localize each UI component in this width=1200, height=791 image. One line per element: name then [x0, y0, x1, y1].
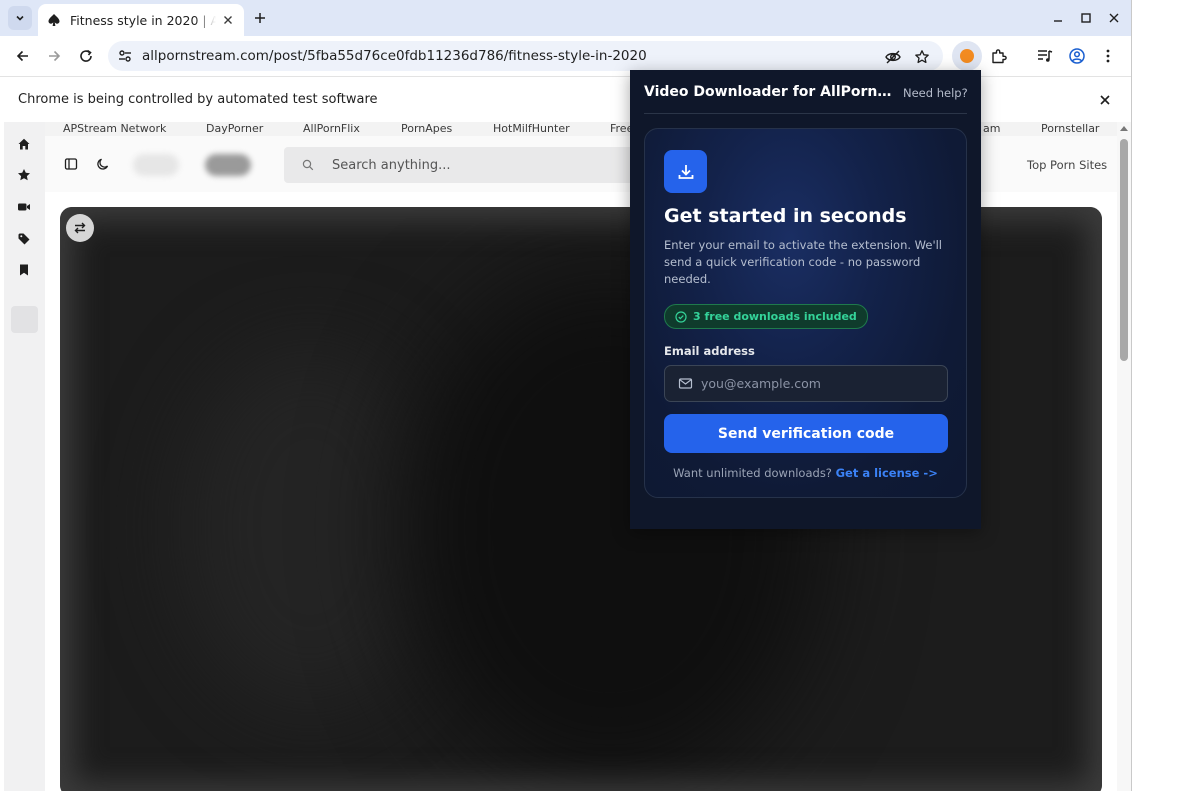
extensions-puzzle-icon[interactable] [988, 45, 1010, 67]
moon-icon[interactable] [95, 156, 111, 172]
url-text: allpornstream.com/post/5fba55d76ce0fdb11… [142, 48, 647, 64]
back-button[interactable] [11, 44, 35, 68]
free-downloads-badge: 3 free downloads included [664, 304, 868, 329]
swap-video-button[interactable] [66, 214, 94, 242]
tab-close-icon[interactable] [220, 12, 236, 28]
footnote-text: Want unlimited downloads? [673, 466, 832, 480]
minimize-button[interactable] [1048, 8, 1068, 28]
search-placeholder: Search anything... [332, 157, 451, 173]
network-link[interactable]: Pornstellar [1041, 122, 1099, 135]
mail-icon [677, 376, 693, 392]
profile-avatar-icon[interactable] [1066, 45, 1088, 67]
card-description: Enter your email to activate the extensi… [664, 238, 942, 286]
swap-arrows-icon [74, 222, 86, 234]
tab-strip: Fitness style in 2020 | AllPornStream [0, 0, 1131, 36]
card-heading: Get started in seconds [664, 205, 907, 227]
reload-icon [80, 49, 92, 62]
address-bar[interactable]: allpornstream.com/post/5fba55d76ce0fdb11… [108, 41, 943, 71]
minimize-icon [1054, 20, 1062, 22]
rail-placeholder-box[interactable] [11, 306, 38, 333]
extension-popup: Video Downloader for AllPornStream Need … [630, 70, 981, 529]
spade-favicon-icon [46, 12, 62, 28]
star-icon[interactable] [16, 167, 32, 183]
scrollbar-thumb[interactable] [1120, 139, 1128, 361]
popup-divider [644, 113, 967, 114]
tag-icon[interactable] [16, 231, 32, 247]
download-icon [664, 150, 707, 193]
active-tab[interactable]: Fitness style in 2020 | AllPornStream [38, 4, 244, 36]
blurred-logo [133, 154, 179, 176]
network-link[interactable]: DayPorner [206, 122, 263, 135]
email-label: Email address [664, 344, 755, 358]
email-field-wrapper[interactable] [664, 365, 948, 402]
downloader-extension-button[interactable] [952, 41, 982, 71]
browser-window: Fitness style in 2020 | AllPornStream [0, 0, 1131, 791]
media-queue-icon[interactable] [1034, 45, 1056, 67]
new-tab-button[interactable] [250, 8, 270, 28]
infobar-message: Chrome is being controlled by automated … [18, 92, 378, 107]
check-circle-icon [675, 310, 687, 323]
top-sites-link[interactable]: Top Porn Sites [1027, 158, 1107, 172]
search-icon [300, 157, 316, 173]
plus-icon [255, 13, 265, 23]
license-footnote: Want unlimited downloads? Get a license … [645, 466, 966, 480]
bookmark-icon[interactable] [16, 262, 32, 278]
downloader-extension-icon [960, 49, 974, 63]
badge-text: 3 free downloads included [693, 310, 857, 323]
network-link[interactable]: AllPornFlix [303, 122, 360, 135]
infobar-close-icon[interactable] [1096, 91, 1114, 109]
close-window-button[interactable] [1104, 8, 1124, 28]
network-link[interactable]: HotMilfHunter [493, 122, 570, 135]
network-link[interactable]: APStream Network [63, 122, 166, 135]
site-info-icon[interactable] [110, 41, 140, 71]
email-input[interactable] [701, 376, 941, 391]
network-link[interactable]: PornApes [401, 122, 452, 135]
network-link[interactable]: am [983, 122, 1000, 135]
send-verification-button[interactable]: Send verification code [664, 414, 948, 453]
popup-title: Video Downloader for AllPornStream [644, 84, 892, 100]
reload-button[interactable] [74, 44, 98, 68]
desktop-background [1131, 0, 1200, 791]
forward-button[interactable] [42, 44, 66, 68]
page-scrollbar[interactable] [1117, 122, 1131, 791]
get-license-link[interactable]: Get a license -> [836, 466, 938, 480]
arrow-right-icon [49, 50, 61, 62]
maximize-icon [1081, 13, 1091, 23]
tab-search-button[interactable] [8, 6, 32, 30]
need-help-link[interactable]: Need help? [903, 86, 968, 100]
kebab-menu-icon[interactable] [1097, 45, 1119, 67]
onboarding-card: Get started in seconds Enter your email … [644, 128, 967, 498]
home-icon[interactable] [16, 136, 32, 152]
sidebar-toggle-icon[interactable] [63, 156, 79, 172]
video-camera-icon[interactable] [16, 199, 32, 215]
tab-title: Fitness style in 2020 | AllPornStream [70, 12, 216, 28]
arrow-left-icon [16, 50, 28, 62]
blurred-logo-mark [205, 154, 251, 176]
scroll-up-arrow-icon[interactable] [1120, 126, 1128, 131]
eye-off-icon[interactable] [884, 48, 902, 66]
bookmark-star-icon[interactable] [913, 48, 931, 66]
left-nav-rail [4, 122, 45, 791]
site-search-bar[interactable]: Search anything... [284, 147, 664, 183]
maximize-button[interactable] [1076, 8, 1096, 28]
chevron-down-icon [16, 15, 24, 21]
close-icon [1109, 13, 1119, 23]
